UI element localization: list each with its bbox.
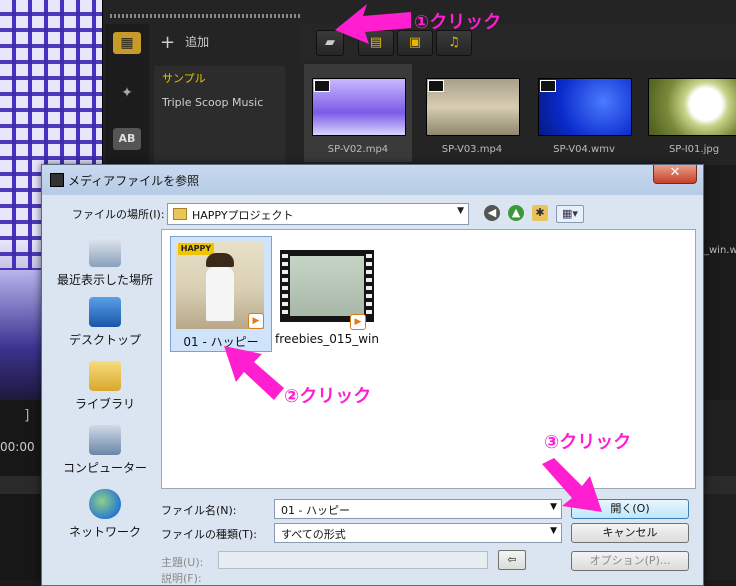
- new-folder-icon[interactable]: ✱: [532, 205, 548, 221]
- place-network[interactable]: ネットワーク: [50, 489, 160, 540]
- library-item-triple-scoop[interactable]: Triple Scoop Music: [162, 96, 263, 109]
- thumbnail-sp-v02[interactable]: SP-V02.mp4: [304, 64, 412, 162]
- place-label: コンピューター: [62, 461, 147, 475]
- thumbnail-title: HAPPY: [178, 243, 214, 255]
- annotation-step1: ①クリック: [414, 12, 502, 33]
- film-holes: [366, 254, 372, 318]
- panel-grip: [110, 14, 300, 18]
- bracket-icon: ]: [24, 408, 30, 424]
- chevron-down-icon: ▼: [550, 526, 557, 536]
- plus-icon: +: [160, 32, 176, 53]
- place-label: ライブラリ: [74, 397, 135, 411]
- video-badge-icon: [540, 80, 556, 92]
- add-label: 追加: [185, 35, 210, 49]
- desktop-icon: [89, 297, 121, 327]
- library-side-tabs: ▦ ✦ AB: [105, 24, 149, 164]
- timecode-peek: 00:00: [0, 440, 35, 454]
- transition-icon[interactable]: ✦: [113, 82, 141, 104]
- thumbnail-sp-v03[interactable]: SP-V03.mp4: [418, 64, 526, 162]
- library-folder-list: サンプル Triple Scoop Music: [154, 66, 285, 164]
- location-dropdown[interactable]: HAPPYプロジェクト ▼: [167, 203, 469, 225]
- folder-icon: [173, 208, 187, 220]
- annotation-arrow-2: [224, 346, 284, 400]
- options-button[interactable]: オプション(P)...: [571, 551, 689, 571]
- media-library-icon[interactable]: ▦: [113, 32, 141, 54]
- place-label: デスクトップ: [68, 333, 141, 347]
- place-label: 最近表示した場所: [56, 273, 153, 287]
- film-frame: [290, 256, 364, 316]
- add-folder-button[interactable]: + 追加: [160, 30, 209, 54]
- file-item-happy[interactable]: HAPPY ▶ 01 - ハッピー: [170, 236, 272, 352]
- up-folder-icon[interactable]: ▲: [508, 205, 524, 221]
- filename-label: ファイル名(N):: [161, 504, 237, 517]
- video-badge-icon: [314, 80, 330, 92]
- thumbnail-figure: [206, 267, 234, 321]
- video-badge-icon: [428, 80, 444, 92]
- annotation-step2: ②クリック: [284, 386, 372, 407]
- description-label: 説明(F):: [161, 572, 202, 585]
- back-icon[interactable]: ◀: [484, 205, 500, 221]
- title-icon[interactable]: AB: [113, 128, 141, 150]
- place-computer[interactable]: コンピューター: [50, 425, 160, 476]
- annotation-arrow-3: [542, 458, 602, 512]
- location-label: ファイルの場所(I):: [72, 208, 165, 221]
- close-button[interactable]: ✕: [653, 165, 697, 184]
- behind-dialog-caption: _win.wmv: [704, 245, 736, 256]
- library-item-sample[interactable]: サンプル: [162, 70, 206, 86]
- thumbnail-figure-hat: [206, 253, 234, 267]
- browse-media-dialog: メディアファイルを参照 ✕ ファイルの場所(I): HAPPYプロジェクト ▼ …: [41, 164, 704, 586]
- film-holes: [282, 254, 288, 318]
- file-thumbnail: HAPPY ▶: [176, 241, 264, 329]
- subject-label: 主題(U):: [161, 556, 204, 569]
- file-item-freebies[interactable]: ▶ freebies_015_win: [274, 236, 380, 350]
- library-icon: [89, 361, 121, 391]
- thumbnail-caption: SP-I01.jpg: [668, 144, 720, 155]
- chevron-down-icon: ▼: [457, 206, 464, 216]
- place-recent[interactable]: 最近表示した場所: [50, 237, 160, 288]
- film-strip-icon: [280, 250, 374, 322]
- thumbnail-caption: SP-V03.mp4: [441, 144, 503, 155]
- place-libraries[interactable]: ライブラリ: [50, 361, 160, 412]
- arrow-left-icon[interactable]: ⇦: [498, 550, 526, 570]
- place-desktop[interactable]: デスクトップ: [50, 297, 160, 348]
- view-menu-icon[interactable]: ▦▾: [556, 205, 584, 223]
- filename-value: 01 - ハッピー: [281, 504, 350, 517]
- cancel-button[interactable]: キャンセル: [571, 523, 689, 543]
- annotation-arrow-1: [335, 4, 411, 44]
- recent-places-icon: [89, 237, 121, 267]
- thumbnail-sp-v04[interactable]: SP-V04.wmv: [530, 64, 638, 162]
- thumbnail-caption: SP-V02.mp4: [327, 144, 389, 155]
- filename-input[interactable]: 01 - ハッピー ▼: [274, 499, 562, 519]
- subject-input[interactable]: [218, 551, 488, 569]
- play-icon: ▶: [350, 314, 366, 330]
- file-name: freebies_015_win: [275, 332, 379, 346]
- app-icon: [50, 173, 64, 187]
- thumbnail-sp-i01[interactable]: SP-I01.jpg: [640, 64, 736, 162]
- network-icon: [89, 489, 121, 519]
- filetype-value: すべての形式: [281, 528, 346, 541]
- location-value: HAPPYプロジェクト: [192, 209, 294, 222]
- computer-icon: [89, 425, 121, 455]
- dialog-titlebar[interactable]: メディアファイルを参照 ✕: [42, 165, 703, 195]
- thumbnail-image: [648, 78, 736, 136]
- annotation-step3: ③クリック: [544, 432, 632, 453]
- filetype-dropdown[interactable]: すべての形式 ▼: [274, 523, 562, 543]
- thumbnail-caption: SP-V04.wmv: [553, 144, 615, 155]
- dialog-title: メディアファイルを参照: [68, 174, 200, 188]
- filetype-label: ファイルの種類(T):: [161, 528, 258, 541]
- play-icon: ▶: [248, 313, 264, 329]
- places-bar: 最近表示した場所 デスクトップ ライブラリ コンピューター ネットワーク: [50, 233, 160, 579]
- place-label: ネットワーク: [68, 525, 141, 539]
